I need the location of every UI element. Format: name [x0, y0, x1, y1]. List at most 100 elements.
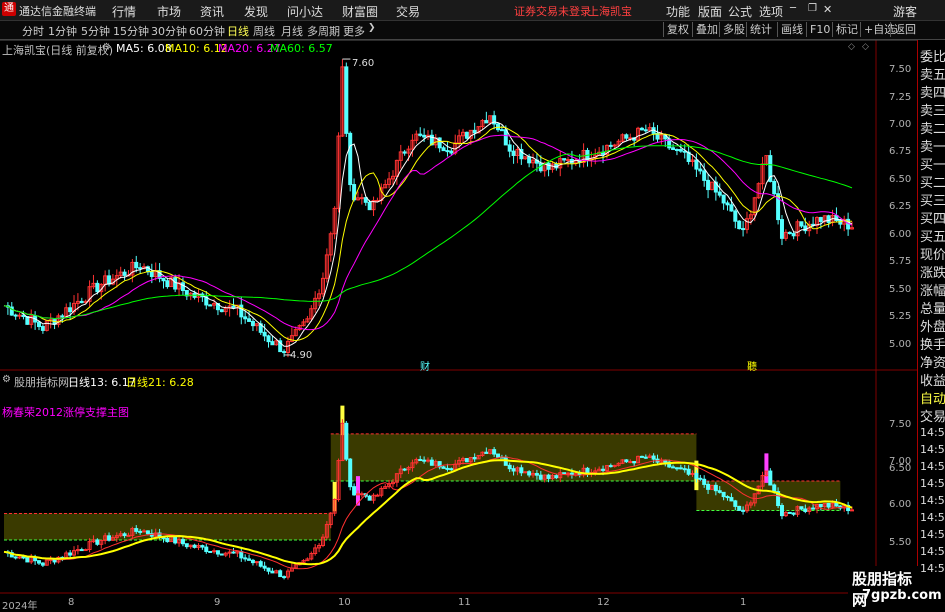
trade-warning[interactable]: 证券交易未登录: [514, 3, 591, 19]
f10-button[interactable]: F10: [806, 22, 833, 37]
chevron-right-icon[interactable]: ❯: [368, 23, 376, 33]
menu-xuanxiang[interactable]: 选项: [759, 3, 783, 20]
finance-marker[interactable]: 财: [420, 358, 430, 373]
candle-body: [811, 507, 816, 510]
guest-label[interactable]: 游客: [893, 3, 917, 20]
settings-icon[interactable]: ⚙: [102, 42, 111, 53]
quote-buy3[interactable]: 买三: [920, 190, 945, 209]
candle-body: [40, 562, 45, 566]
period-multi[interactable]: 多周期: [307, 23, 340, 39]
expand-icon[interactable]: ◇: [862, 42, 869, 52]
quote-change-pct[interactable]: 涨幅: [920, 280, 945, 299]
menu-gongneng[interactable]: 功能: [666, 3, 690, 20]
quote-sell2[interactable]: 卖二: [920, 118, 945, 137]
period-5min[interactable]: 5分钟: [81, 23, 110, 39]
price-tick: 6.00: [889, 499, 912, 510]
overlay-button[interactable]: 叠加: [692, 22, 721, 37]
candle-body: [706, 483, 711, 490]
quote-sell1[interactable]: 卖一: [920, 136, 945, 155]
current-stock-name: 上海凯宝: [588, 5, 632, 18]
draw-button[interactable]: 画线: [777, 22, 806, 37]
stats-button[interactable]: 统计: [746, 22, 775, 37]
price-tick: 5.50: [889, 284, 912, 295]
candle-body: [511, 468, 516, 472]
back-button[interactable]: 返回: [890, 22, 919, 37]
menu-jiaoyi[interactable]: 交易: [396, 3, 420, 20]
quote-buy4[interactable]: 买四: [920, 208, 945, 227]
menu-shichang[interactable]: 市场: [157, 3, 181, 20]
candle-body: [134, 261, 139, 269]
candle-body: [83, 549, 88, 552]
candle-body: [173, 536, 178, 544]
menu-zixun[interactable]: 资讯: [200, 3, 224, 20]
quote-eps[interactable]: 收益: [920, 370, 945, 389]
menu-wenxiaoda[interactable]: 问小达: [287, 3, 323, 20]
candle-body: [694, 472, 699, 479]
quote-volume[interactable]: 总量: [920, 298, 945, 317]
quote-turnover[interactable]: 换手: [920, 334, 945, 353]
menu-bar: 通 通达信金融终端 行情 市场 资讯 发现 问小达 财富圈 交易 证券交易未登录…: [0, 0, 945, 21]
quote-netasset[interactable]: 净资: [920, 352, 945, 371]
quote-buy2[interactable]: 买二: [920, 172, 945, 191]
quote-change[interactable]: 涨跌: [920, 262, 945, 281]
quote-sell4[interactable]: 卖四: [920, 82, 945, 101]
period-fenshi[interactable]: 分时: [22, 23, 44, 39]
tick-time: 14:56: [920, 494, 945, 507]
period-60min[interactable]: 60分钟: [189, 23, 225, 39]
menu-faxian[interactable]: 发现: [244, 3, 268, 20]
info-marker[interactable]: 聽: [747, 358, 757, 373]
candle-body: [737, 505, 742, 511]
period-daily[interactable]: 日线: [227, 23, 249, 39]
candle-body: [402, 151, 407, 154]
menu-banmian[interactable]: 版面: [698, 3, 722, 20]
multi-stock-button[interactable]: 多股: [719, 22, 748, 37]
close-icon[interactable]: ✕: [823, 3, 832, 16]
date-label: 8: [68, 597, 75, 608]
candle-body: [527, 471, 532, 476]
mark-button[interactable]: 标记: [832, 22, 861, 37]
quote-weibi[interactable]: 委比: [920, 46, 945, 65]
candle-body: [192, 544, 197, 548]
period-monthly[interactable]: 月线: [281, 23, 303, 39]
menu-hangqing[interactable]: 行情: [112, 3, 136, 20]
candle-body: [266, 335, 271, 343]
candle-body: [624, 459, 629, 463]
candle-body: [721, 491, 726, 498]
candle-body: [678, 149, 683, 152]
minimize-icon[interactable]: ─: [790, 3, 796, 14]
candle-body: [601, 468, 606, 471]
sub-settings-icon[interactable]: ⚙: [2, 374, 11, 385]
watermark-line2: 7gpzb.com: [862, 588, 942, 603]
price-tick: 6.00: [889, 229, 912, 240]
period-weekly[interactable]: 周线: [253, 23, 275, 39]
fuquan-button[interactable]: 复权: [663, 22, 692, 37]
quote-outer[interactable]: 外盘: [920, 316, 945, 335]
candle-body: [25, 557, 30, 563]
candle-body: [608, 465, 613, 468]
candle-body: [799, 506, 804, 510]
restore-icon[interactable]: ❐: [808, 3, 817, 14]
period-1min[interactable]: 1分钟: [48, 23, 77, 39]
candle-body: [107, 275, 112, 285]
quote-buy5[interactable]: 买五: [920, 226, 945, 245]
candle-body: [671, 147, 676, 150]
candle-body: [445, 467, 450, 470]
period-15min[interactable]: 15分钟: [113, 23, 149, 39]
menu-gongshi[interactable]: 公式: [728, 3, 752, 20]
period-more[interactable]: 更多: [343, 23, 365, 39]
pin-icon[interactable]: ◇: [848, 42, 855, 52]
trade-tab[interactable]: 交易: [920, 406, 945, 425]
candle-body: [449, 468, 454, 471]
candle-body: [585, 467, 590, 474]
auto-toggle[interactable]: 自动: [920, 388, 945, 407]
quote-price[interactable]: 现价: [920, 244, 945, 263]
quote-buy1[interactable]: 买一: [920, 154, 945, 173]
kline-chart[interactable]: [0, 40, 917, 609]
menu-caifuquan[interactable]: 财富圈: [342, 3, 378, 20]
candle-body: [122, 533, 127, 537]
quote-sell5[interactable]: 卖五: [920, 64, 945, 83]
candle-body: [418, 133, 423, 136]
quote-sell3[interactable]: 卖三: [920, 100, 945, 119]
period-30min[interactable]: 30分钟: [151, 23, 187, 39]
tick-time: 14:56: [920, 562, 945, 575]
